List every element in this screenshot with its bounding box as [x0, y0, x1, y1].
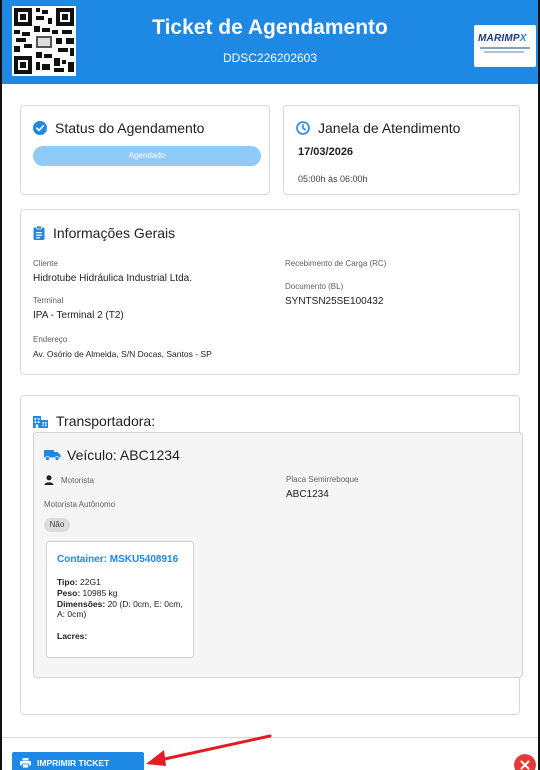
window-time: 05:00h às 06:00h	[298, 174, 368, 184]
autonomous-chip: Não	[44, 518, 70, 532]
container-card: Container: MSKU5408916 Tipo: 22G1 Peso: …	[46, 541, 194, 658]
window-card: Janela de Atendimento 17/03/2026 05:00h …	[283, 105, 520, 195]
carrier-heading: Transportadora:	[33, 413, 155, 429]
autonomous-label: Motorista Autônomo	[44, 500, 116, 509]
ticket-code: DDSC226202603	[222, 51, 318, 65]
close-button[interactable]	[514, 754, 536, 770]
logo-text: MARIMPX	[478, 33, 527, 44]
print-ticket-button[interactable]: IMPRIMIR TICKET	[12, 752, 144, 770]
container-type: Tipo: 22G1	[57, 577, 101, 587]
driver-row: Motorista	[44, 475, 94, 485]
driver-label: Motorista	[61, 475, 94, 485]
container-weight: Peso: 10985 kg	[57, 588, 118, 598]
company-logo: MARIMPX	[474, 25, 536, 67]
print-ticket-label: IMPRIMIR TICKET	[37, 758, 110, 768]
terminal-label: Terminal	[33, 296, 64, 305]
carrier-card: Transportadora: Veículo: ABC1234 Motoris…	[20, 395, 523, 715]
printer-icon	[20, 758, 31, 768]
client-label: Cliente	[33, 259, 58, 268]
clock-icon	[296, 121, 310, 135]
trailer-label: Placa Semirreboque	[286, 475, 359, 484]
building-icon	[33, 415, 48, 428]
person-icon	[44, 475, 54, 485]
logo-tagline-2	[484, 51, 524, 53]
status-heading: Status do Agendamento	[33, 120, 204, 136]
logo-tagline	[480, 47, 530, 49]
general-heading: Informações Gerais	[33, 225, 175, 241]
trailer-value: ABC1234	[286, 489, 329, 500]
truck-icon	[44, 450, 61, 461]
container-title: Container: MSKU5408916	[57, 554, 179, 565]
address-value: Av. Osório de Almeida, S/N Docas, Santos…	[33, 349, 212, 359]
red-arrow-annotation	[146, 734, 272, 766]
general-info-card: Informações Gerais Cliente Hidrotube Hid…	[20, 209, 520, 375]
bl-label: Documento (BL)	[285, 282, 344, 291]
address-label: Endereço	[33, 335, 68, 344]
ticket-header: Ticket de Agendamento DDSC226202603 MARI…	[2, 0, 538, 84]
ticket-title: Ticket de Agendamento	[152, 16, 388, 39]
container-dimensions: Dimensões: 20 (D: 0cm, E: 0cm, A: 0cm)	[57, 599, 183, 619]
status-badge: Agendado	[33, 146, 261, 166]
clipboard-icon	[33, 226, 45, 240]
bl-value: SYNTSN25SE100432	[285, 296, 384, 307]
vehicle-heading: Veículo: ABC1234	[44, 447, 180, 463]
check-circle-icon	[33, 121, 47, 135]
window-heading: Janela de Atendimento	[296, 120, 460, 136]
client-value: Hidrotube Hidráulica Industrial Ltda.	[33, 273, 192, 284]
container-seals: Lacres:	[57, 631, 88, 641]
vehicle-panel: Veículo: ABC1234 Motorista Motorista Aut…	[33, 432, 523, 678]
status-card: Status do Agendamento Agendado	[20, 105, 270, 195]
window-date: 17/03/2026	[298, 146, 354, 158]
rc-label: Recebimento de Carga (RC)	[285, 259, 387, 268]
terminal-value: IPA - Terminal 2 (T2)	[33, 310, 124, 321]
